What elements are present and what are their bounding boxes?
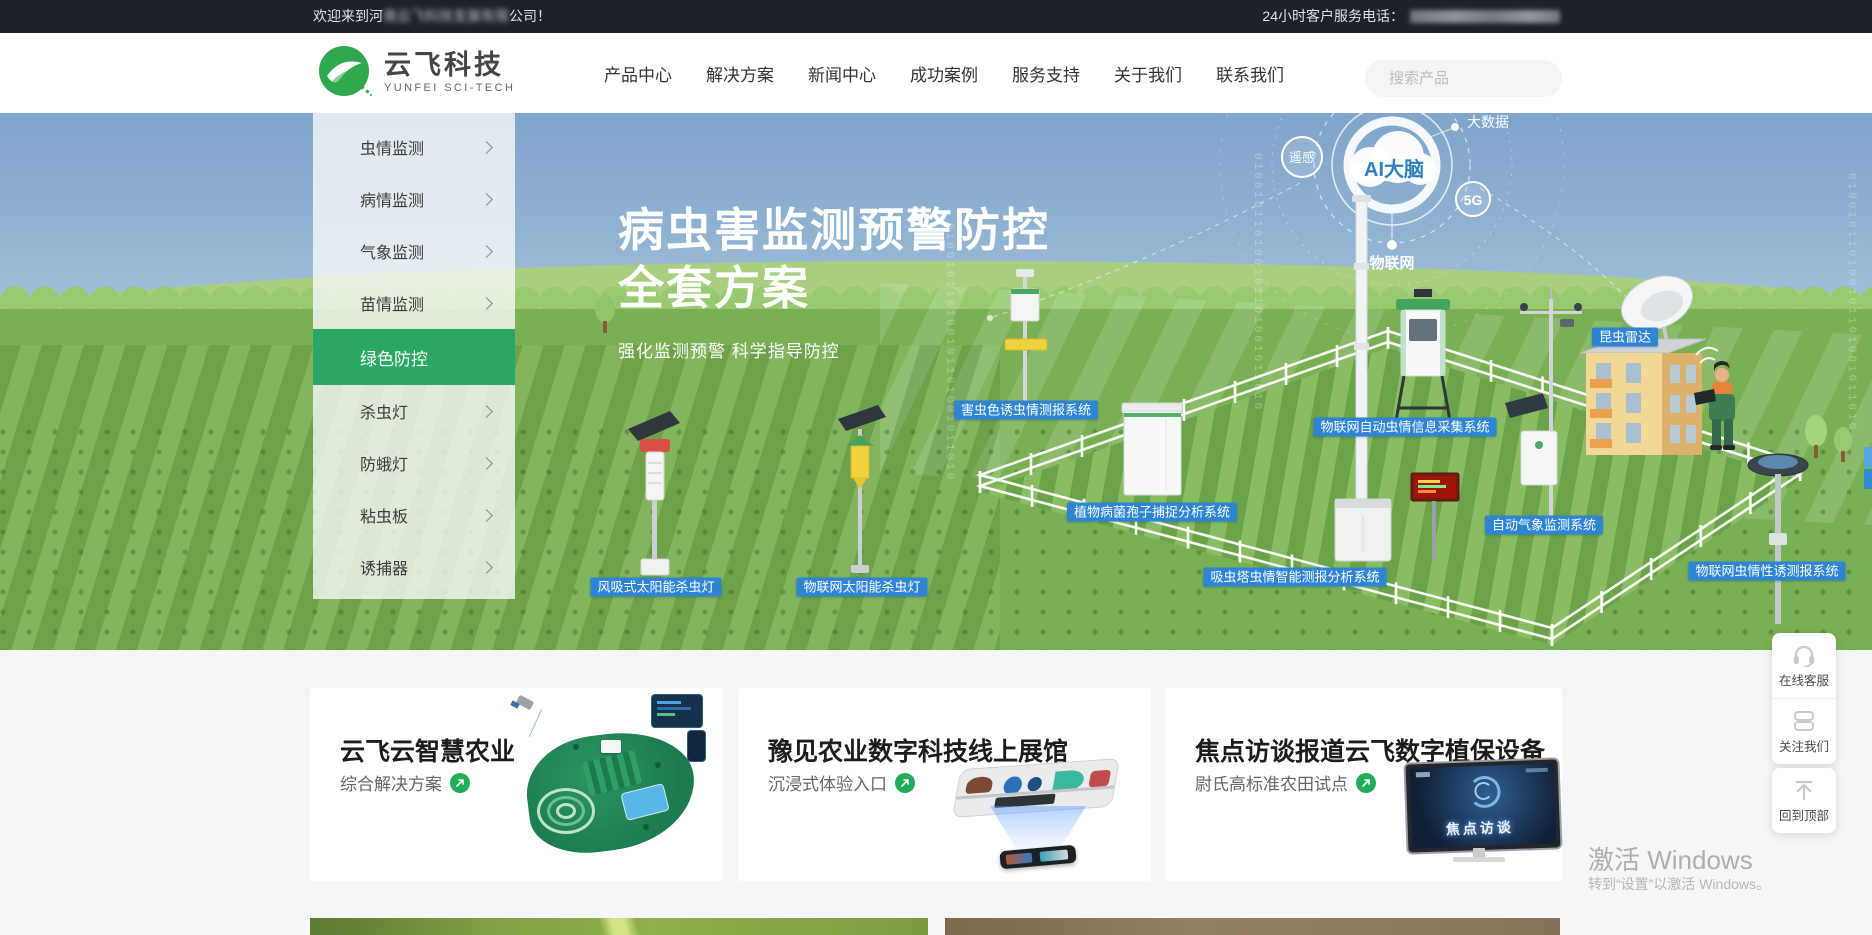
nav-support[interactable]: 服务支持 (1012, 61, 1080, 86)
card-subtitle: 尉氏高标准农田试点 (1195, 770, 1376, 795)
ai-node-5g: 5G (1464, 192, 1483, 208)
chevron-right-icon (480, 297, 493, 310)
service-phone-label: 24小时客户服务电话： (1262, 0, 1404, 33)
hero-title-line1: 病虫害监测预警防控 (618, 201, 1050, 259)
page: 欢迎来到河南云飞科技发展有限公司！ 24小时客户服务电话： 云飞科技 YUNFE… (0, 0, 1872, 935)
online-service-button[interactable]: 在线客服 (1772, 633, 1836, 698)
nav-solutions[interactable]: 解决方案 (706, 61, 774, 86)
card-online-exhibition[interactable]: 豫见农业数字科技线上展馆 沉浸式体验入口 (738, 688, 1151, 881)
logo-title: 云飞科技 (384, 50, 515, 80)
menu-item-disease-monitoring[interactable]: 病情监测 (313, 173, 515, 225)
edge-widget-tab[interactable] (1864, 447, 1872, 467)
products-dropdown-menu: 虫情监测 病情监测 气象监测 苗情监测 绿色防控 杀虫灯 防蛾灯 粘虫板 诱捕器 (313, 113, 515, 599)
card-smart-agriculture[interactable]: 云飞云智慧农业 综合解决方案 (310, 688, 723, 881)
arrow-link-icon[interactable] (1356, 773, 1376, 793)
menu-item-insect-monitoring[interactable]: 虫情监测 (313, 121, 515, 173)
back-to-top-button[interactable]: 回到顶部 (1772, 768, 1836, 833)
hero-text: 病虫害监测预警防控 全套方案 强化监测预警 科学指导防控 (618, 201, 1050, 362)
label-wind-lamp: 风吸式太阳能杀虫灯 (590, 578, 721, 597)
topbar: 欢迎来到河南云飞科技发展有限公司！ 24小时客户服务电话： (0, 0, 1872, 33)
ai-node-remote-sensing: 遥感 (1289, 150, 1315, 165)
tv-screen-text: 焦点访谈 (1445, 817, 1514, 839)
card-subtitle: 沉浸式体验入口 (768, 770, 915, 795)
preview-image-machinery (945, 918, 1560, 935)
chevron-right-icon (480, 193, 493, 206)
menu-item-sticky-board[interactable]: 粘虫板 (313, 489, 515, 541)
card-focus-interview[interactable]: 焦点访谈报道云飞数字植保设备 尉氏高标准农田试点 焦点访谈 (1165, 688, 1562, 881)
label-iot-lamp: 物联网太阳能杀虫灯 (796, 578, 927, 597)
welcome-text: 欢迎来到河南云飞科技发展有限公司！ (313, 0, 551, 33)
welcome-redacted: 南云飞科技发展有限 (383, 8, 509, 24)
label-color-trap: 害虫色诱虫情测报系统 (954, 401, 1098, 420)
headset-icon (1791, 643, 1817, 667)
menu-item-insect-killer-lamp[interactable]: 杀虫灯 (313, 385, 515, 437)
label-pheromone: 物联网虫情性诱测报系统 (1688, 562, 1845, 581)
header: 云飞科技 YUNFEI SCI-TECH 产品中心 解决方案 新闻中心 成功案例… (0, 33, 1872, 113)
menu-item-seedling-monitoring[interactable]: 苗情监测 (313, 277, 515, 329)
chevron-right-icon (480, 245, 493, 258)
phone-number-redacted (1410, 10, 1560, 23)
chevron-right-icon (480, 561, 493, 574)
nav-products[interactable]: 产品中心 (604, 61, 672, 86)
hero-subtitle: 强化监测预警 科学指导防控 (618, 337, 1050, 362)
card-title: 焦点访谈报道云飞数字植保设备 (1195, 732, 1545, 768)
qr-code-icon (1791, 709, 1817, 733)
preview-image-field (310, 918, 928, 935)
nav-cases[interactable]: 成功案例 (910, 61, 978, 86)
card-title: 云飞云智慧农业 (340, 732, 515, 768)
windows-activation-watermark: 激活 Windows (1588, 840, 1753, 877)
label-spore: 植物病菌孢子捕捉分析系统 (1067, 503, 1237, 522)
exhibition-hall-illustration (938, 760, 1138, 872)
hero-title-line2: 全套方案 (618, 259, 1050, 317)
welcome-prefix: 欢迎来到河 (313, 8, 383, 24)
card-subtitle: 综合解决方案 (340, 770, 470, 795)
chevron-right-icon (480, 457, 493, 470)
nav-about[interactable]: 关于我们 (1114, 61, 1182, 86)
hero-banner: AI大脑 遥感 5G 大数据 物联网 (0, 113, 1872, 650)
ai-brain-label: AI大脑 (1364, 157, 1424, 181)
follow-us-button[interactable]: 关注我们 (1772, 698, 1836, 764)
nav-news[interactable]: 新闻中心 (808, 61, 876, 86)
menu-item-weather-monitoring[interactable]: 气象监测 (313, 225, 515, 277)
chevron-right-icon (480, 141, 493, 154)
windows-activation-hint: 转到“设置”以激活 Windows。 (1588, 874, 1770, 894)
chevron-right-icon (480, 509, 493, 522)
main-nav: 产品中心 解决方案 新闻中心 成功案例 服务支持 关于我们 联系我们 (604, 33, 1284, 113)
menu-item-green-control[interactable]: 绿色防控 (313, 329, 515, 385)
edge-widget-tab[interactable] (1864, 469, 1872, 489)
label-suction-tower: 吸虫塔虫情智能测报分析系统 (1203, 568, 1386, 587)
logo-subtitle: YUNFEI SCI-TECH (384, 82, 515, 94)
logo[interactable]: 云飞科技 YUNFEI SCI-TECH (318, 45, 515, 99)
nav-contact[interactable]: 联系我们 (1216, 61, 1284, 86)
logo-icon (318, 45, 372, 99)
chevron-right-icon (480, 405, 493, 418)
label-insect-radar: 昆虫雷达 (1592, 328, 1658, 347)
arrow-link-icon[interactable] (450, 773, 470, 793)
tv-monitor-illustration: 焦点访谈 (1395, 760, 1570, 870)
menu-item-moth-lamp[interactable]: 防蛾灯 (313, 437, 515, 489)
service-phone: 24小时客户服务电话： (1262, 0, 1560, 33)
label-weather: 自动气象监测系统 (1485, 516, 1603, 535)
arrow-link-icon[interactable] (895, 773, 915, 793)
smart-farm-illustration (515, 696, 710, 866)
search-box (1365, 60, 1562, 97)
search-input[interactable] (1387, 69, 1590, 88)
ai-node-bigdata: 大数据 (1467, 114, 1509, 130)
floating-toolbar: 在线客服 关注我们 (1772, 633, 1836, 764)
satellite-icon (516, 695, 534, 710)
arrow-up-icon (1791, 778, 1817, 802)
binary-decor: 010010110100101101001011010 (1251, 153, 1263, 363)
label-collector: 物联网自动虫情信息采集系统 (1313, 418, 1496, 437)
binary-decor: 010010110100101101001011010 (1845, 173, 1857, 443)
menu-item-trap[interactable]: 诱捕器 (313, 541, 515, 593)
welcome-suffix: 公司！ (509, 8, 551, 24)
floating-toolbar-bottom: 回到顶部 (1772, 768, 1836, 833)
card-title: 豫见农业数字科技线上展馆 (768, 732, 1068, 768)
